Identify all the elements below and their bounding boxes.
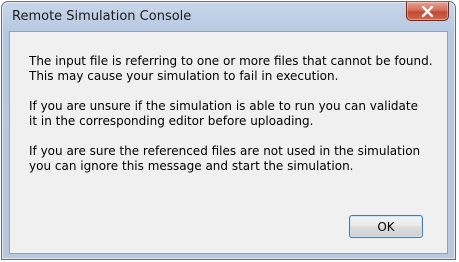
window-title: Remote Simulation Console: [12, 9, 192, 24]
dialog-window: Remote Simulation Console The input file…: [1, 1, 456, 260]
title-bar[interactable]: Remote Simulation Console: [2, 2, 455, 32]
message-paragraph-1: The input file is referring to one or mo…: [29, 54, 439, 84]
ok-button[interactable]: OK: [349, 215, 423, 238]
close-icon: [421, 5, 434, 17]
message-line: If you are sure the referenced files are…: [29, 144, 421, 158]
message-line: This may cause your simulation to fail i…: [29, 69, 339, 83]
dialog-content: The input file is referring to one or mo…: [9, 31, 448, 254]
close-button[interactable]: [406, 2, 449, 21]
message-paragraph-3: If you are sure the referenced files are…: [29, 144, 439, 174]
message-body: The input file is referring to one or mo…: [29, 54, 439, 189]
message-line: it in the corresponding editor before up…: [29, 114, 314, 128]
message-line: you can ignore this message and start th…: [29, 159, 354, 173]
message-line: The input file is referring to one or mo…: [29, 54, 433, 68]
message-paragraph-2: If you are unsure if the simulation is a…: [29, 99, 439, 129]
message-line: If you are unsure if the simulation is a…: [29, 99, 418, 113]
